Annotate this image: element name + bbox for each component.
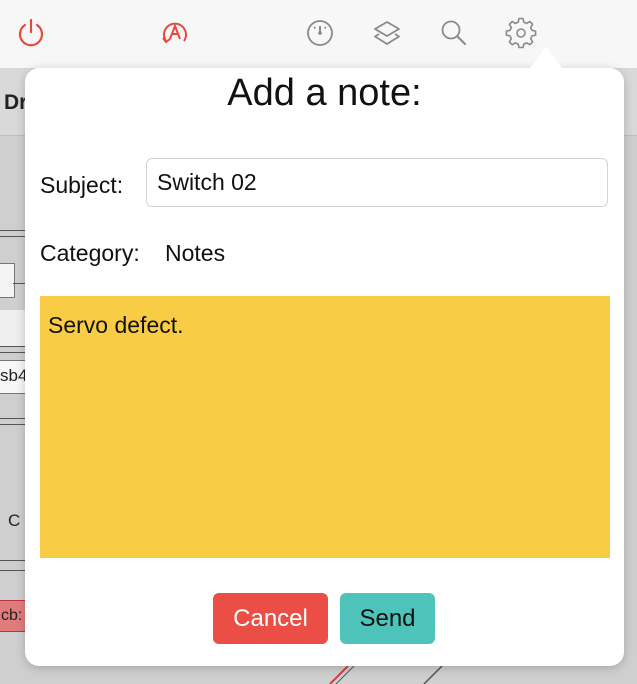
bg-line <box>0 418 25 419</box>
bg-item-c: C <box>8 511 21 530</box>
subject-label: Subject: <box>40 172 124 198</box>
bg-line <box>0 570 25 571</box>
background-title: Dr <box>4 91 28 114</box>
category-label: Category: <box>40 240 140 266</box>
search-icon[interactable] <box>437 16 471 50</box>
category-value[interactable]: Notes <box>165 240 225 267</box>
speedometer-icon[interactable] <box>303 16 337 50</box>
send-button[interactable]: Send <box>340 593 435 644</box>
layers-icon[interactable] <box>370 16 404 50</box>
power-icon[interactable] <box>14 16 48 50</box>
bg-line <box>0 230 25 231</box>
bg-line <box>0 236 25 237</box>
bg-line <box>13 283 25 284</box>
bg-panel <box>0 310 25 346</box>
note-text-area[interactable]: Servo defect. <box>40 296 610 558</box>
add-note-popover: Add a note: Subject: Category: Notes Ser… <box>25 46 624 666</box>
dialog-title: Add a note: <box>227 72 422 114</box>
bg-line <box>0 424 25 425</box>
bg-switch-box <box>0 263 15 298</box>
cancel-button[interactable]: Cancel <box>213 593 328 644</box>
bg-line <box>0 352 25 353</box>
bg-line <box>0 346 25 347</box>
popover-arrow <box>530 46 562 68</box>
bg-item-sb4: sb4 <box>0 366 28 385</box>
bg-item-cb: cb: <box>0 600 27 632</box>
bg-line <box>0 560 25 561</box>
subject-input[interactable] <box>146 158 608 207</box>
bg-diagonal-lines <box>329 666 443 684</box>
gear-icon[interactable] <box>504 16 538 50</box>
auto-mode-icon[interactable] <box>158 16 192 50</box>
